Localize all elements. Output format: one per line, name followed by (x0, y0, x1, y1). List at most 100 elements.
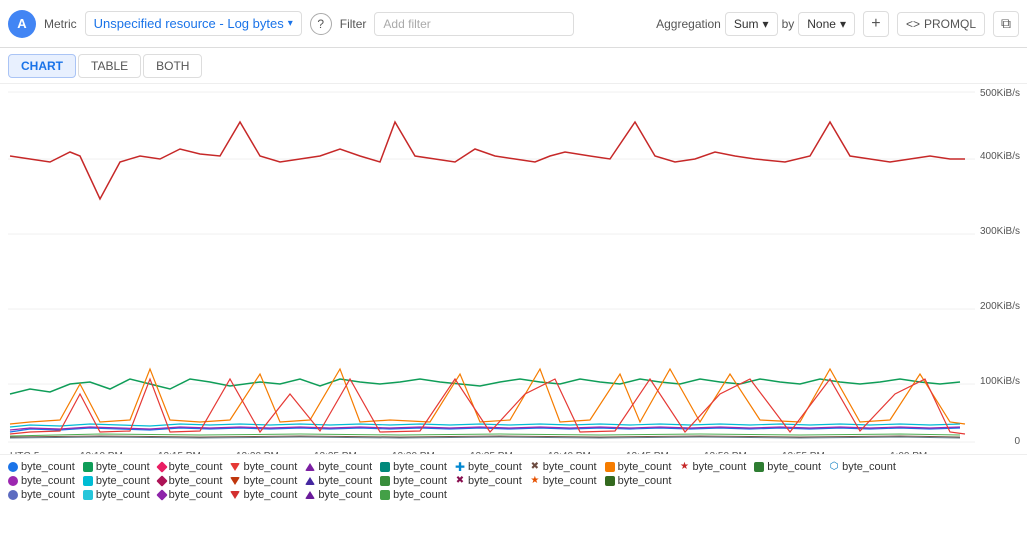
legend-item: byte_count (8, 489, 75, 501)
legend-label: byte_count (243, 489, 297, 501)
metric-select[interactable]: Unspecified resource - Log bytes ▾ (85, 11, 302, 36)
legend-label: byte_count (468, 475, 522, 487)
legend-item: byte_count (305, 489, 372, 501)
promql-label: PROMQL (924, 17, 976, 31)
legend-label: byte_count (21, 461, 75, 473)
promql-icon: <> (906, 17, 920, 31)
legend-dot-icon (605, 462, 615, 472)
filter-input[interactable]: Add filter (374, 12, 574, 36)
none-chevron-icon: ▾ (840, 17, 846, 31)
legend-item: byte_count (83, 475, 150, 487)
legend-dot-icon: ★ (530, 476, 540, 486)
svg-text:12:30 PM: 12:30 PM (392, 451, 435, 454)
legend-item: byte_count (83, 461, 150, 473)
legend-label: byte_count (543, 461, 597, 473)
legend-dot-icon (83, 462, 93, 472)
svg-text:12:55 PM: 12:55 PM (782, 451, 825, 454)
legend-label: byte_count (96, 461, 150, 473)
tab-both[interactable]: BOTH (143, 54, 202, 78)
svg-text:300KiB/s: 300KiB/s (980, 226, 1020, 237)
legend-item: ✖ byte_count (455, 475, 522, 487)
tab-chart[interactable]: CHART (8, 54, 76, 78)
legend-label: byte_count (243, 461, 297, 473)
legend-item: byte_count (305, 461, 372, 473)
legend-area: byte_count byte_count byte_count byte_co… (0, 454, 1027, 534)
metric-label: Metric (44, 17, 77, 31)
legend-item: byte_count (8, 475, 75, 487)
svg-text:200KiB/s: 200KiB/s (980, 301, 1020, 312)
legend-label: byte_count (169, 489, 223, 501)
legend-item: byte_count (605, 461, 672, 473)
chart-area: 500KiB/s 400KiB/s 300KiB/s 200KiB/s 100K… (0, 84, 1027, 454)
metric-select-value: Unspecified resource - Log bytes (94, 16, 284, 31)
legend-dot-icon (305, 463, 315, 471)
chart-svg: 500KiB/s 400KiB/s 300KiB/s 200KiB/s 100K… (0, 84, 1027, 454)
legend-item: byte_count (83, 489, 150, 501)
legend-dot-icon: ✚ (455, 462, 465, 472)
legend-dot-icon (230, 491, 240, 499)
legend-dot-icon (156, 489, 167, 500)
legend-dot-icon (380, 462, 390, 472)
help-button[interactable]: ? (310, 13, 332, 35)
metric-chevron-icon: ▾ (288, 18, 293, 29)
toolbar: A Metric Unspecified resource - Log byte… (0, 0, 1027, 48)
legend-dot-icon (8, 490, 18, 500)
legend-label: byte_count (318, 475, 372, 487)
legend-dot-icon (83, 476, 93, 486)
svg-text:12:40 PM: 12:40 PM (548, 451, 591, 454)
svg-text:UTC-5: UTC-5 (10, 451, 40, 454)
legend-item: byte_count (230, 489, 297, 501)
legend-item: ★ byte_count (679, 461, 746, 473)
legend-label: byte_count (618, 475, 672, 487)
legend-dot-icon (8, 476, 18, 486)
aggregation-select[interactable]: Sum ▾ (725, 12, 778, 36)
legend-item: byte_count (158, 475, 223, 487)
legend-dot-icon (156, 461, 167, 472)
svg-text:400KiB/s: 400KiB/s (980, 151, 1020, 162)
legend-label: byte_count (767, 461, 821, 473)
legend-item: ⬡ byte_count (829, 461, 896, 473)
svg-text:12:25 PM: 12:25 PM (314, 451, 357, 454)
legend-dot-icon: ✖ (455, 476, 465, 486)
aggregation-group: Aggregation Sum ▾ by None ▾ (656, 12, 855, 36)
legend-dot-icon (156, 475, 167, 486)
copy-icon: ⧉ (1001, 15, 1011, 32)
legend-label: byte_count (543, 475, 597, 487)
legend-dot-icon: ⬡ (829, 462, 839, 472)
legend-item: byte_count (605, 475, 672, 487)
legend-item: ★ byte_count (530, 475, 597, 487)
svg-text:12:50 PM: 12:50 PM (704, 451, 747, 454)
legend-label: byte_count (842, 461, 896, 473)
legend-dot-icon (380, 490, 390, 500)
copy-button[interactable]: ⧉ (993, 11, 1019, 37)
svg-text:12:45 PM: 12:45 PM (626, 451, 669, 454)
legend-label: byte_count (96, 475, 150, 487)
svg-text:12:10 PM: 12:10 PM (80, 451, 123, 454)
legend-label: byte_count (393, 461, 447, 473)
legend-label: byte_count (618, 461, 672, 473)
legend-dot-icon (754, 462, 764, 472)
legend-dot-icon (83, 490, 93, 500)
legend-item: byte_count (305, 475, 372, 487)
svg-text:12:15 PM: 12:15 PM (158, 451, 201, 454)
tab-table[interactable]: TABLE (78, 54, 141, 78)
view-tabs: CHART TABLE BOTH (0, 48, 1027, 84)
legend-row-2: byte_count byte_count byte_count byte_co… (8, 475, 1019, 487)
none-select[interactable]: None ▾ (798, 12, 855, 36)
legend-item: byte_count (158, 489, 223, 501)
promql-button[interactable]: <> PROMQL (897, 12, 985, 36)
legend-item: byte_count (230, 461, 297, 473)
legend-dot-icon (605, 476, 615, 486)
aggregation-chevron-icon: ▾ (763, 17, 769, 31)
legend-label: byte_count (169, 475, 223, 487)
legend-dot-icon (305, 477, 315, 485)
legend-label: byte_count (393, 475, 447, 487)
legend-dot-icon (380, 476, 390, 486)
svg-text:500KiB/s: 500KiB/s (980, 88, 1020, 99)
legend-dot-icon: ★ (679, 462, 689, 472)
svg-text:100KiB/s: 100KiB/s (980, 376, 1020, 387)
legend-dot-icon (230, 463, 240, 471)
svg-text:12:35 PM: 12:35 PM (470, 451, 513, 454)
add-button[interactable]: + (863, 11, 889, 37)
svg-text:12:20 PM: 12:20 PM (236, 451, 279, 454)
